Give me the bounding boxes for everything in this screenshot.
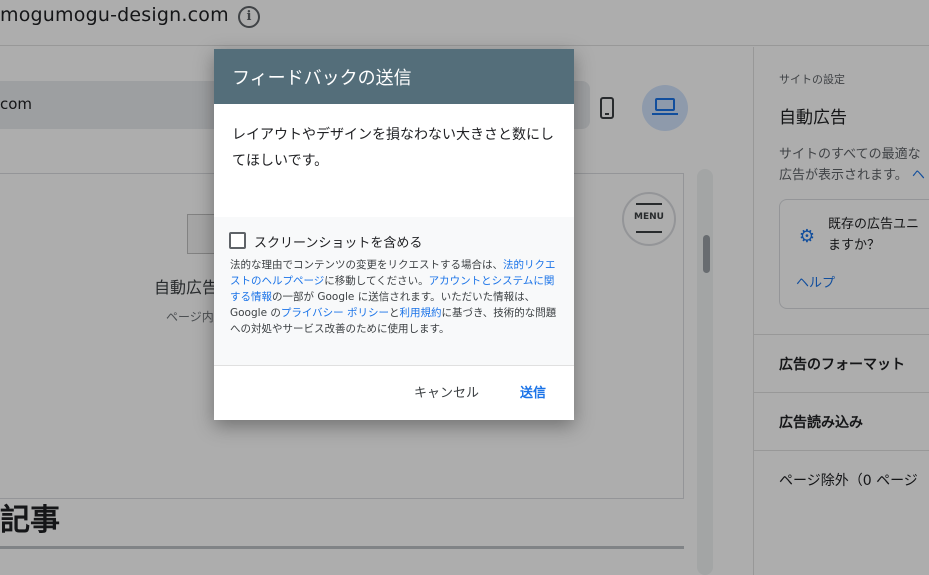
legal-notice: 法的な理由でコンテンツの変更をリクエストする場合は、法的リクエストのヘルプページ… [230, 259, 557, 335]
screenshot-checkbox[interactable] [229, 232, 246, 249]
privacy-policy-link[interactable]: プライバシー ポリシー [281, 307, 389, 319]
screenshot-checkbox-label[interactable]: スクリーンショットを含める [254, 232, 422, 251]
send-button[interactable]: 送信 [506, 378, 560, 410]
dialog-options: スクリーンショットを含める 法的な理由でコンテンツの変更をリクエストする場合は、… [214, 217, 574, 365]
feedback-textarea[interactable] [214, 104, 574, 217]
dialog-footer: キャンセル 送信 [214, 365, 574, 420]
cancel-button[interactable]: キャンセル [400, 378, 493, 410]
dialog-header: フィードバックの送信 [214, 49, 574, 104]
dialog-title: フィードバックの送信 [232, 68, 412, 89]
terms-link[interactable]: 利用規約 [400, 307, 442, 319]
feedback-dialog: フィードバックの送信 スクリーンショットを含める 法的な理由でコンテンツの変更を… [214, 49, 574, 420]
